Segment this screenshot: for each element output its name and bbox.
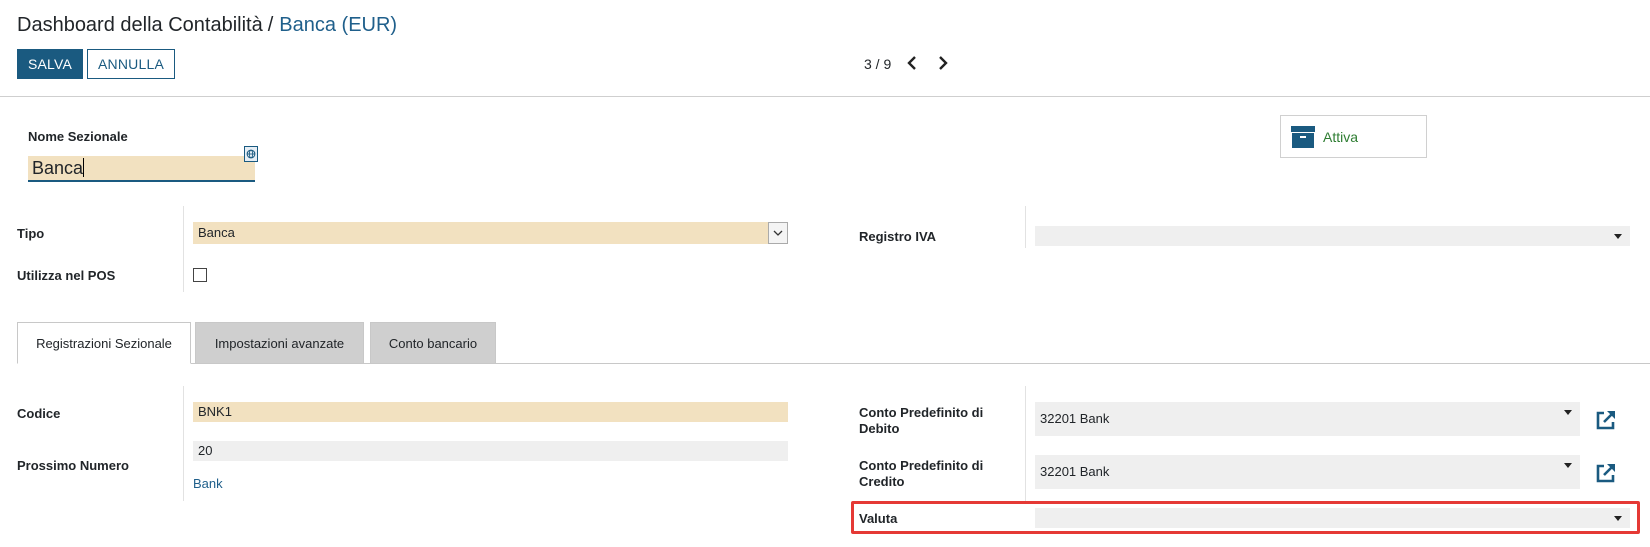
pager-value: 3 / 9 (864, 56, 892, 72)
journal-name-value: Banca (32, 158, 84, 178)
tab-label: Conto bancario (388, 335, 478, 351)
tipo-label: Tipo (17, 226, 45, 241)
dropdown-caret-icon (1564, 463, 1572, 468)
registro-iva-label: Registro IVA (859, 229, 937, 244)
codice-label: Codice (17, 406, 61, 421)
prossimo-numero-input[interactable]: 20 (193, 441, 788, 461)
sequence-link[interactable]: Bank (193, 476, 223, 491)
tipo-select[interactable]: Banca (193, 222, 788, 244)
pos-checkbox[interactable] (193, 268, 207, 282)
chevron-down-icon[interactable] (768, 222, 788, 244)
column-separator (183, 206, 184, 292)
conto-debito-label: Conto Predefinito di Debito (859, 405, 984, 436)
conto-credito-label: Conto Predefinito di Credito (859, 458, 984, 489)
tab-divider (17, 363, 1650, 364)
cancel-button[interactable]: ANNULLA (87, 49, 175, 79)
active-label: Attiva (1323, 129, 1359, 145)
tab-impostazioni-avanzate[interactable]: Impostazioni avanzate (195, 322, 364, 364)
tab-label: Impostazioni avanzate (214, 335, 345, 351)
external-link-icon[interactable] (1594, 461, 1618, 485)
prossimo-numero-label: Prossimo Numero (17, 458, 129, 473)
registro-iva-select[interactable] (1035, 226, 1630, 246)
save-button[interactable]: SALVA (17, 49, 83, 79)
header-divider (0, 96, 1650, 97)
tab-registrazioni-sezionale[interactable]: Registrazioni Sezionale (17, 322, 191, 364)
column-separator (1025, 206, 1026, 248)
chevron-left-icon[interactable] (905, 55, 921, 71)
chevron-right-icon[interactable] (934, 55, 950, 71)
external-link-icon[interactable] (1594, 408, 1618, 432)
valuta-label: Valuta (859, 511, 898, 526)
dropdown-caret-icon (1564, 410, 1572, 415)
codice-input[interactable]: BNK1 (193, 402, 788, 422)
tab-label: Registrazioni Sezionale (36, 335, 172, 351)
breadcrumb-current: Banca (EUR) (279, 14, 398, 36)
breadcrumb-parent-link[interactable]: Dashboard della Contabilità (17, 14, 263, 36)
tab-conto-bancario[interactable]: Conto bancario (370, 322, 496, 364)
column-separator (1025, 386, 1026, 501)
breadcrumb: Dashboard della Contabilità / Banca (EUR) (17, 14, 397, 37)
globe-icon[interactable] (244, 146, 258, 162)
prossimo-numero-value: 20 (198, 443, 213, 458)
conto-debito-value: 32201 Bank (1040, 411, 1110, 426)
conto-credito-select[interactable]: 32201 Bank (1035, 455, 1580, 489)
breadcrumb-separator: / (267, 14, 274, 36)
active-toggle-button[interactable]: Attiva (1280, 115, 1427, 158)
dropdown-caret-icon (1614, 234, 1622, 239)
column-separator (183, 386, 184, 501)
journal-name-input[interactable]: Banca (28, 156, 255, 182)
tipo-value: Banca (198, 225, 235, 240)
name-label: Nome Sezionale (28, 129, 128, 144)
archive-icon (1291, 126, 1315, 148)
valuta-select[interactable] (1035, 508, 1630, 528)
codice-value: BNK1 (198, 404, 232, 419)
conto-debito-select[interactable]: 32201 Bank (1035, 402, 1580, 436)
pos-label: Utilizza nel POS (17, 268, 116, 283)
conto-credito-value: 32201 Bank (1040, 464, 1110, 479)
dropdown-caret-icon (1614, 516, 1622, 521)
